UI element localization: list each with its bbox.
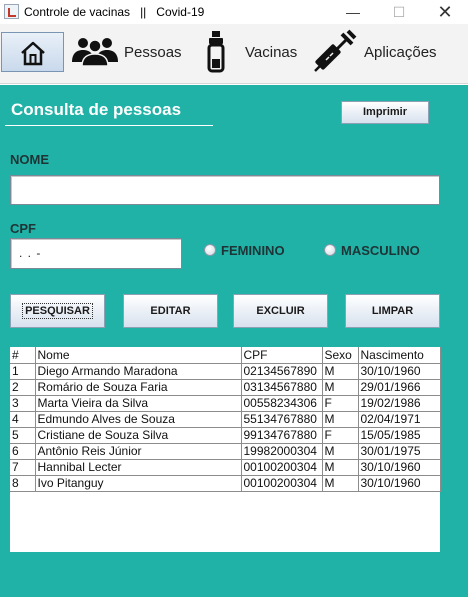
cpf-input[interactable]: . . -	[10, 238, 182, 269]
window-titlebar: Controle de vacinas || Covid-19 — ☐ ✕	[0, 0, 468, 24]
cell-index: 1	[10, 362, 36, 380]
cell-nascimento: 02/04/1971	[357, 410, 441, 428]
radio-masculino-label: MASCULINO	[341, 243, 420, 258]
pesquisar-button[interactable]: PESQUISAR	[10, 294, 105, 328]
radio-feminino-circle[interactable]	[204, 244, 216, 256]
home-button[interactable]	[1, 32, 64, 72]
people-icon	[72, 38, 118, 66]
home-icon	[21, 41, 45, 66]
cell-nome: Hannibal Lecter	[34, 458, 242, 476]
table-row[interactable]: 4 Edmundo Alves de Souza 55134767880 M 0…	[10, 410, 441, 428]
cell-sexo: F	[321, 426, 359, 444]
cell-index: 2	[10, 378, 36, 396]
cell-nome: Antônio Reis Júnior	[34, 442, 242, 460]
cell-cpf: 00558234306	[240, 394, 323, 412]
cell-index: 8	[10, 474, 36, 492]
toolbar-vacinas-button[interactable]: Vacinas	[203, 31, 303, 73]
radio-feminino-label: FEMININO	[221, 243, 285, 258]
cell-nome: Cristiane de Souza Silva	[34, 426, 242, 444]
column-header-cpf[interactable]: CPF	[240, 347, 323, 364]
cell-index: 7	[10, 458, 36, 476]
column-header-nascimento[interactable]: Nascimento	[357, 347, 441, 364]
cell-nascimento: 29/01/1966	[357, 378, 441, 396]
consulta-pessoas-panel: Consulta de pessoas Imprimir NOME CPF . …	[0, 85, 468, 597]
cell-cpf: 19982000304	[240, 442, 323, 460]
nome-input[interactable]	[10, 175, 440, 205]
cell-sexo: F	[321, 394, 359, 412]
maximize-button[interactable]: ☐	[376, 0, 422, 24]
pesquisar-button-label: PESQUISAR	[22, 303, 93, 319]
cell-nascimento: 30/10/1960	[357, 362, 441, 380]
cpf-label: CPF	[10, 221, 36, 236]
column-header-sexo[interactable]: Sexo	[321, 347, 359, 364]
cell-nascimento: 30/10/1960	[357, 474, 441, 492]
cell-nome: Edmundo Alves de Souza	[34, 410, 242, 428]
table-row[interactable]: 7 Hannibal Lecter 00100200304 M 30/10/19…	[10, 458, 441, 476]
cell-nome: Ivo Pitanguy	[34, 474, 242, 492]
print-button[interactable]: Imprimir	[341, 101, 429, 124]
cell-nome: Diego Armando Maradona	[34, 362, 242, 380]
cell-nascimento: 30/10/1960	[357, 458, 441, 476]
cell-cpf: 99134767880	[240, 426, 323, 444]
close-button[interactable]: ✕	[422, 0, 468, 24]
cell-sexo: M	[321, 378, 359, 396]
excluir-button[interactable]: EXCLUIR	[233, 294, 328, 328]
cell-nome: Marta Vieira da Silva	[34, 394, 242, 412]
cell-sexo: M	[321, 442, 359, 460]
cell-nascimento: 15/05/1985	[357, 426, 441, 444]
table-row[interactable]: 5 Cristiane de Souza Silva 99134767880 F…	[10, 426, 441, 444]
table-row[interactable]: 1 Diego Armando Maradona 02134567890 M 3…	[10, 362, 441, 380]
toolbar-aplicacoes-label: Aplicações	[364, 44, 437, 61]
nome-label: NOME	[10, 152, 49, 167]
cell-nascimento: 19/02/1986	[357, 394, 441, 412]
cell-index: 6	[10, 442, 36, 460]
cell-cpf: 00100200304	[240, 474, 323, 492]
column-header-index[interactable]: #	[10, 347, 36, 364]
page-title: Consulta de pessoas	[11, 100, 182, 119]
toolbar-aplicacoes-button[interactable]: Aplicações	[312, 29, 442, 72]
window-title: Controle de vacinas || Covid-19	[24, 5, 205, 19]
table-row[interactable]: 2 Romário de Souza Faria 03134567880 M 2…	[10, 378, 441, 396]
limpar-button[interactable]: LIMPAR	[345, 294, 440, 328]
table-header-row: # Nome CPF Sexo Nascimento	[10, 347, 441, 364]
cell-cpf: 02134567890	[240, 362, 323, 380]
toolbar-vacinas-label: Vacinas	[245, 44, 298, 61]
cell-index: 3	[10, 394, 36, 412]
pessoas-table: # Nome CPF Sexo Nascimento 1 Diego Arman…	[10, 347, 441, 492]
cell-sexo: M	[321, 458, 359, 476]
table-row[interactable]: 8 Ivo Pitanguy 00100200304 M 30/10/1960	[10, 474, 441, 492]
cell-index: 5	[10, 426, 36, 444]
pessoas-table-container[interactable]: # Nome CPF Sexo Nascimento 1 Diego Arman…	[10, 347, 441, 552]
cell-cpf: 00100200304	[240, 458, 323, 476]
cell-sexo: M	[321, 362, 359, 380]
cell-sexo: M	[321, 474, 359, 492]
toolbar-pessoas-label: Pessoas	[124, 44, 182, 61]
cell-nome: Romário de Souza Faria	[34, 378, 242, 396]
vaccine-vial-icon	[207, 31, 225, 73]
title-underline	[5, 125, 213, 126]
column-header-nome[interactable]: Nome	[34, 347, 242, 364]
cell-cpf: 03134567880	[240, 378, 323, 396]
java-app-icon	[4, 4, 19, 19]
cell-sexo: M	[321, 410, 359, 428]
table-row[interactable]: 6 Antônio Reis Júnior 19982000304 M 30/0…	[10, 442, 441, 460]
main-toolbar: Pessoas Vacinas Aplicações	[0, 24, 468, 84]
cell-index: 4	[10, 410, 36, 428]
syringe-icon	[314, 29, 357, 72]
cell-nascimento: 30/01/1975	[357, 442, 441, 460]
minimize-button[interactable]: —	[330, 0, 376, 24]
table-row[interactable]: 3 Marta Vieira da Silva 00558234306 F 19…	[10, 394, 441, 412]
editar-button[interactable]: EDITAR	[123, 294, 218, 328]
cell-cpf: 55134767880	[240, 410, 323, 428]
radio-masculino-circle[interactable]	[324, 244, 336, 256]
toolbar-pessoas-button[interactable]: Pessoas	[70, 32, 182, 72]
